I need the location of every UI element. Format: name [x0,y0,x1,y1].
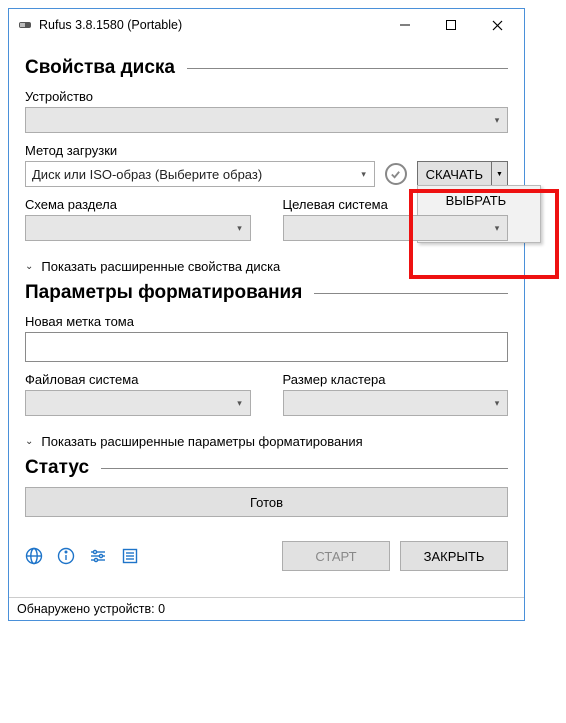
partition-scheme-label: Схема раздела [25,197,251,212]
bottom-status-bar: Обнаружено устройств: 0 [9,597,524,620]
close-button[interactable] [474,9,520,41]
advanced-format-toggle[interactable]: ⌄ Показать расширенные параметры формати… [25,434,508,449]
divider [314,293,508,294]
status-title: Статус [25,457,89,479]
chevron-down-icon: ▾ [487,115,507,126]
boot-selection-combo[interactable]: Диск или ISO-образ (Выберите образ) ▾ [25,161,375,187]
format-options-header: Параметры форматирования [25,282,508,304]
file-system-combo[interactable]: ▾ [25,390,251,416]
log-icon[interactable] [121,547,139,565]
cluster-size-combo[interactable]: ▾ [283,390,509,416]
advanced-format-label: Показать расширенные параметры форматиро… [41,434,362,449]
cluster-size-label: Размер кластера [283,372,509,387]
verify-icon[interactable] [385,163,407,185]
file-system-label: Файловая система [25,372,251,387]
split-button-dropdown[interactable]: ▼ [491,162,507,186]
status-text: Готов [250,495,283,510]
divider [101,468,508,469]
status-header: Статус [25,457,508,479]
settings-icon[interactable] [89,547,107,565]
select-download-split: СКАЧАТЬ ▼ ВЫБРАТЬ СКАЧАТЬ [417,161,508,187]
drive-properties-title: Свойства диска [25,57,175,79]
drive-properties-header: Свойства диска [25,57,508,79]
partition-scheme-combo[interactable]: ▾ [25,215,251,241]
start-button[interactable]: СТАРТ [282,541,390,571]
device-combo[interactable]: ▾ [25,107,508,133]
format-options-title: Параметры форматирования [25,282,302,304]
titlebar: Rufus 3.8.1580 (Portable) [9,9,524,41]
divider [187,68,508,69]
chevron-down-icon: ▾ [487,398,507,409]
menu-item-select[interactable]: ВЫБРАТЬ [418,186,540,214]
footer-row: СТАРТ ЗАКРЫТЬ [25,541,508,571]
language-icon[interactable] [25,547,43,565]
boot-selection-label: Метод загрузки [25,143,508,158]
advanced-drive-label: Показать расширенные свойства диска [41,259,280,274]
chevron-down-icon: ▾ [230,398,250,409]
volume-label-input[interactable] [25,332,508,362]
content-area: Свойства диска Устройство ▾ Метод загруз… [9,41,524,597]
devices-found-text: Обнаружено устройств: 0 [17,602,165,616]
window-controls [382,9,520,41]
status-bar: Готов [25,487,508,517]
app-window: Rufus 3.8.1580 (Portable) Свойства диска… [8,8,525,621]
chevron-down-icon: ▾ [354,169,374,180]
chevron-down-icon: ▾ [487,223,507,234]
target-system-combo[interactable]: ▾ [283,215,509,241]
footer-icons [25,547,139,565]
window-title: Rufus 3.8.1580 (Portable) [39,18,382,32]
split-button-main[interactable]: СКАЧАТЬ [418,162,491,186]
minimize-button[interactable] [382,9,428,41]
chevron-down-icon: ⌄ [25,261,33,272]
chevron-down-icon: ⌄ [25,436,33,447]
app-icon [17,17,33,33]
maximize-button[interactable] [428,9,474,41]
advanced-drive-toggle[interactable]: ⌄ Показать расширенные свойства диска [25,259,508,274]
close-app-button[interactable]: ЗАКРЫТЬ [400,541,508,571]
volume-label-label: Новая метка тома [25,314,508,329]
device-label: Устройство [25,89,508,104]
boot-selection-value: Диск или ISO-образ (Выберите образ) [26,167,354,182]
chevron-down-icon: ▾ [230,223,250,234]
info-icon[interactable] [57,547,75,565]
